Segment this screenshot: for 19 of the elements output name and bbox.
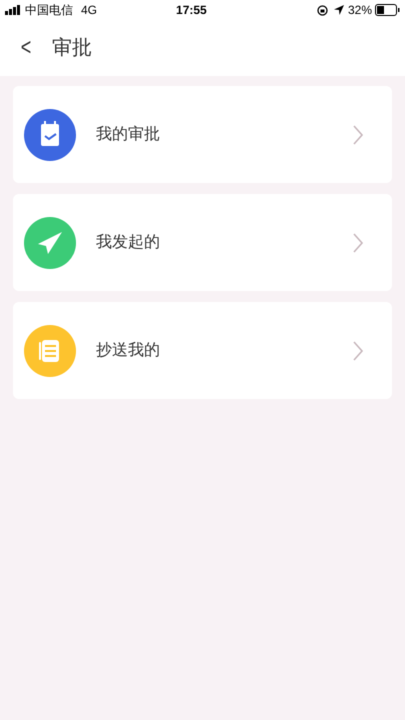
chevron-right-icon xyxy=(353,340,363,360)
menu-item[interactable]: 抄送我的 xyxy=(13,302,392,399)
chevron-right-icon xyxy=(353,232,363,252)
chevron-right-icon xyxy=(353,124,363,144)
menu-item[interactable]: 我的审批 xyxy=(13,86,392,183)
orientation-lock-icon xyxy=(316,4,328,16)
battery-text: 32% xyxy=(348,2,372,19)
network-text: 4G xyxy=(81,2,98,19)
item-label: 我的审批 xyxy=(96,124,161,144)
menu-item[interactable]: 我发起的 xyxy=(13,194,392,291)
back-button[interactable]: < xyxy=(17,33,35,63)
signal-icon xyxy=(5,5,23,15)
page-title: 审批 xyxy=(52,36,92,61)
location-icon xyxy=(334,5,344,15)
battery-icon xyxy=(375,4,400,16)
time-text: 17:55 xyxy=(176,2,208,19)
item-label: 抄送我的 xyxy=(96,340,161,360)
item-label: 我发起的 xyxy=(96,232,161,252)
carrier-text: 中国电信 xyxy=(25,2,73,19)
